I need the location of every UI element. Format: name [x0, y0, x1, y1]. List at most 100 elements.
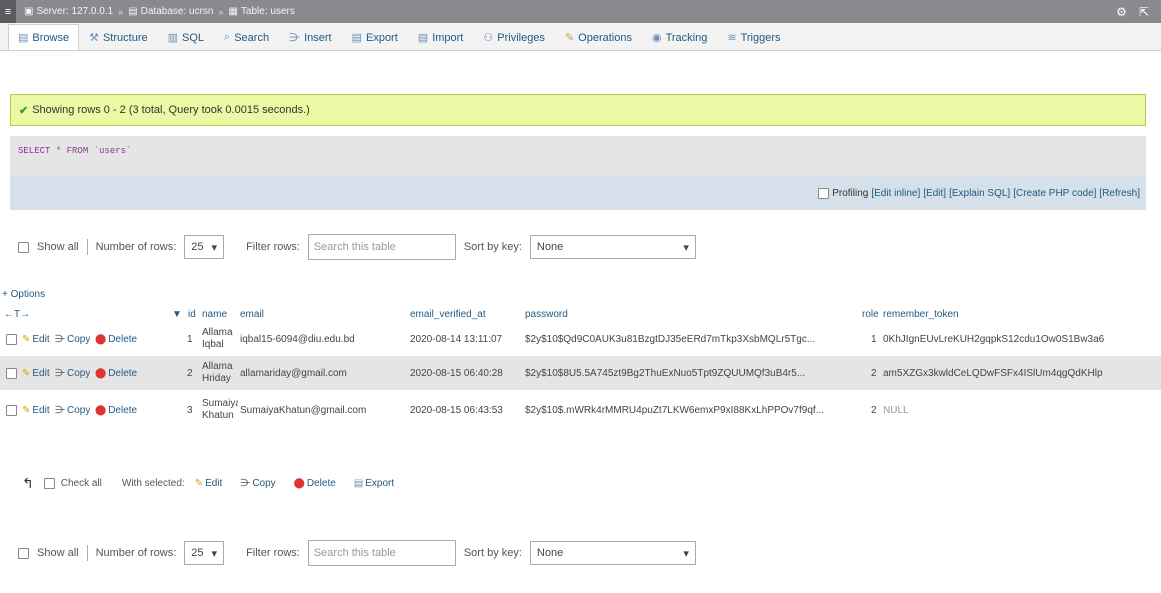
explain-sql-link[interactable]: [Explain SQL] — [949, 188, 1010, 199]
cell-email-verified-at[interactable]: 2020-08-15 06:40:28 — [410, 356, 503, 390]
bulk-export-button[interactable]: ▤ Export — [354, 478, 394, 489]
sort-down-icon[interactable]: ▼ — [172, 306, 182, 322]
cell-name[interactable]: Allama Iqbal — [202, 322, 236, 356]
number-of-rows-label: Number of rows: — [95, 547, 177, 559]
collapse-icon[interactable]: ⇱ — [1139, 5, 1149, 19]
profiling-checkbox[interactable] — [818, 187, 830, 199]
table-row: ✎ Edit ⋺ Copy ⬤ Delete 2 Allama Hriday alla… — [0, 356, 1161, 390]
breadcrumb-database[interactable]: ▤ Database: ucrsn — [128, 6, 213, 17]
bulk-copy-button[interactable]: ⋺ Copy — [240, 478, 275, 489]
cell-email[interactable]: iqbal15-6094@diu.edu.bd — [240, 322, 355, 356]
delete-row-button[interactable]: ⬤ Delete — [95, 390, 137, 430]
row-checkbox[interactable] — [6, 404, 17, 416]
filter-rows-input[interactable]: Search this table — [307, 234, 456, 260]
cell-id[interactable]: 3 — [187, 390, 193, 430]
copy-icon: ⋺ — [55, 367, 65, 379]
row-checkbox[interactable] — [6, 333, 17, 345]
sort-by-key-select[interactable]: None ▾ — [529, 541, 696, 565]
bulk-delete-button[interactable]: ⬤ Delete — [294, 478, 336, 489]
bulk-copy-label: Copy — [252, 477, 276, 489]
tab-export[interactable]: ▤ Export — [342, 24, 408, 50]
cell-email-verified-at[interactable]: 2020-08-15 06:43:53 — [410, 390, 503, 430]
column-resize-arrows-icon[interactable]: ←T→ — [4, 306, 30, 322]
tab-browse[interactable]: ▤ Browse — [8, 24, 80, 50]
filter-rows-input[interactable]: Search this table — [307, 540, 456, 566]
column-header-password[interactable]: password — [525, 306, 568, 322]
copy-row-button[interactable]: ⋺ Copy — [55, 322, 90, 356]
tab-operations[interactable]: ✎ Operations — [555, 24, 642, 50]
bulk-export-label: Export — [365, 477, 395, 489]
sort-by-key-select[interactable]: None ▾ — [529, 235, 696, 259]
breadcrumb-separator-icon: » — [218, 6, 224, 17]
delete-row-button[interactable]: ⬤ Delete — [95, 356, 137, 390]
sql-query-text: * FROM `users` — [55, 146, 132, 156]
bulk-edit-button[interactable]: ✎ Edit — [195, 478, 223, 489]
copy-icon: ⋺ — [240, 477, 251, 489]
column-header-role[interactable]: role — [862, 306, 879, 322]
cell-role[interactable]: 1 — [871, 322, 877, 356]
column-header-email[interactable]: email — [240, 306, 264, 322]
breadcrumb-table[interactable]: ▦ Table: users — [228, 6, 294, 17]
edit-row-button[interactable]: ✎ Edit — [22, 322, 50, 356]
cell-email[interactable]: allamariday@gmail.com — [240, 356, 347, 390]
cell-name[interactable]: Allama Hriday — [202, 356, 236, 390]
browse-icon: ▤ — [18, 32, 29, 44]
cell-id[interactable]: 2 — [187, 356, 193, 390]
create-php-code-link[interactable]: [Create PHP code] — [1013, 188, 1096, 199]
cell-password[interactable]: $2y$10$.mWRk4rMMRU4puZt7LKW6emxP9xI88KxL… — [525, 390, 843, 430]
filter-rows-label: Filter rows: — [246, 241, 300, 253]
tab-sql[interactable]: ▥ SQL — [158, 24, 214, 50]
row-checkbox[interactable] — [6, 367, 17, 379]
tab-search[interactable]: ⌕ Search — [214, 24, 279, 50]
chevron-down-icon: ▾ — [683, 241, 689, 254]
structure-icon: ⚒ — [89, 32, 99, 44]
show-all-checkbox[interactable] — [18, 547, 29, 559]
tab-label: Search — [234, 31, 270, 44]
tab-triggers[interactable]: ≋ Triggers — [717, 24, 790, 50]
cell-remember-token[interactable]: 0KhJIgnEUvLreKUH2gqpkS12cdu1Ow0S1Bw3a6 — [883, 322, 1161, 356]
results-table: ←T→ ▼ id name email email_verified_at pa… — [0, 306, 1161, 430]
column-header-name[interactable]: name — [202, 306, 227, 322]
tab-label: Import — [432, 31, 464, 44]
edit-query-link[interactable]: [Edit] — [923, 188, 946, 199]
edit-row-button[interactable]: ✎ Edit — [22, 390, 50, 430]
cell-id[interactable]: 1 — [187, 322, 193, 356]
delete-label: Delete — [108, 333, 138, 345]
breadcrumb-server[interactable]: ▣ Server: 127.0.0.1 — [24, 6, 113, 17]
edit-inline-link[interactable]: [Edit inline] — [871, 188, 920, 199]
check-all-checkbox[interactable] — [43, 477, 55, 489]
tab-insert[interactable]: ⋺ Insert — [279, 24, 342, 50]
cell-remember-token[interactable]: am5XZGx3kwldCeLQDwFSFx4ISlUm4qgQdKHlp — [883, 356, 1161, 390]
cell-role[interactable]: 2 — [871, 390, 877, 430]
cell-role[interactable]: 2 — [871, 356, 877, 390]
cell-name[interactable]: Sumaiya Khatun — [202, 390, 238, 430]
edit-label: Edit — [32, 367, 50, 379]
triggers-icon: ≋ — [727, 32, 737, 44]
divider — [86, 239, 88, 255]
cell-password[interactable]: $2y$10$8U5.5A745zt9Bg2ThuExNuo5Tpt9ZQUUM… — [525, 356, 843, 390]
delete-row-button[interactable]: ⬤ Delete — [95, 322, 137, 356]
check-all-label[interactable]: Check all — [61, 478, 102, 489]
tab-structure[interactable]: ⚒ Structure — [79, 24, 158, 50]
copy-row-button[interactable]: ⋺ Copy — [55, 356, 90, 390]
tab-tracking[interactable]: ◉ Tracking — [642, 24, 717, 50]
number-of-rows-select[interactable]: 25 ▾ — [184, 235, 225, 259]
options-toggle-link[interactable]: + Options — [2, 289, 45, 300]
cell-password[interactable]: $2y$10$Qd9C0AUK3u81BzgtDJ35eERd7mTkp3Xsb… — [525, 322, 843, 356]
cell-email-verified-at[interactable]: 2020-08-14 13:11:07 — [410, 322, 502, 356]
tab-import[interactable]: ▤ Import — [408, 24, 474, 50]
cell-email[interactable]: SumaiyaKhatun@gmail.com — [240, 390, 366, 430]
tab-label: Export — [365, 31, 398, 44]
settings-gear-icon[interactable]: ⚙ — [1116, 5, 1127, 19]
show-all-checkbox[interactable] — [18, 241, 29, 253]
tab-privileges[interactable]: ⚇ Privileges — [473, 24, 555, 50]
column-header-email-verified-at[interactable]: email_verified_at — [410, 306, 486, 322]
column-header-remember-token[interactable]: remember_token — [883, 306, 959, 322]
copy-row-button[interactable]: ⋺ Copy — [55, 390, 90, 430]
number-of-rows-select[interactable]: 25 ▾ — [184, 541, 225, 565]
cell-remember-token[interactable]: NULL — [883, 390, 909, 430]
refresh-link[interactable]: [Refresh] — [1099, 188, 1140, 199]
edit-row-button[interactable]: ✎ Edit — [22, 356, 50, 390]
column-header-id[interactable]: id — [188, 306, 196, 322]
navigation-toggle-icon[interactable]: ≡ — [0, 0, 16, 23]
